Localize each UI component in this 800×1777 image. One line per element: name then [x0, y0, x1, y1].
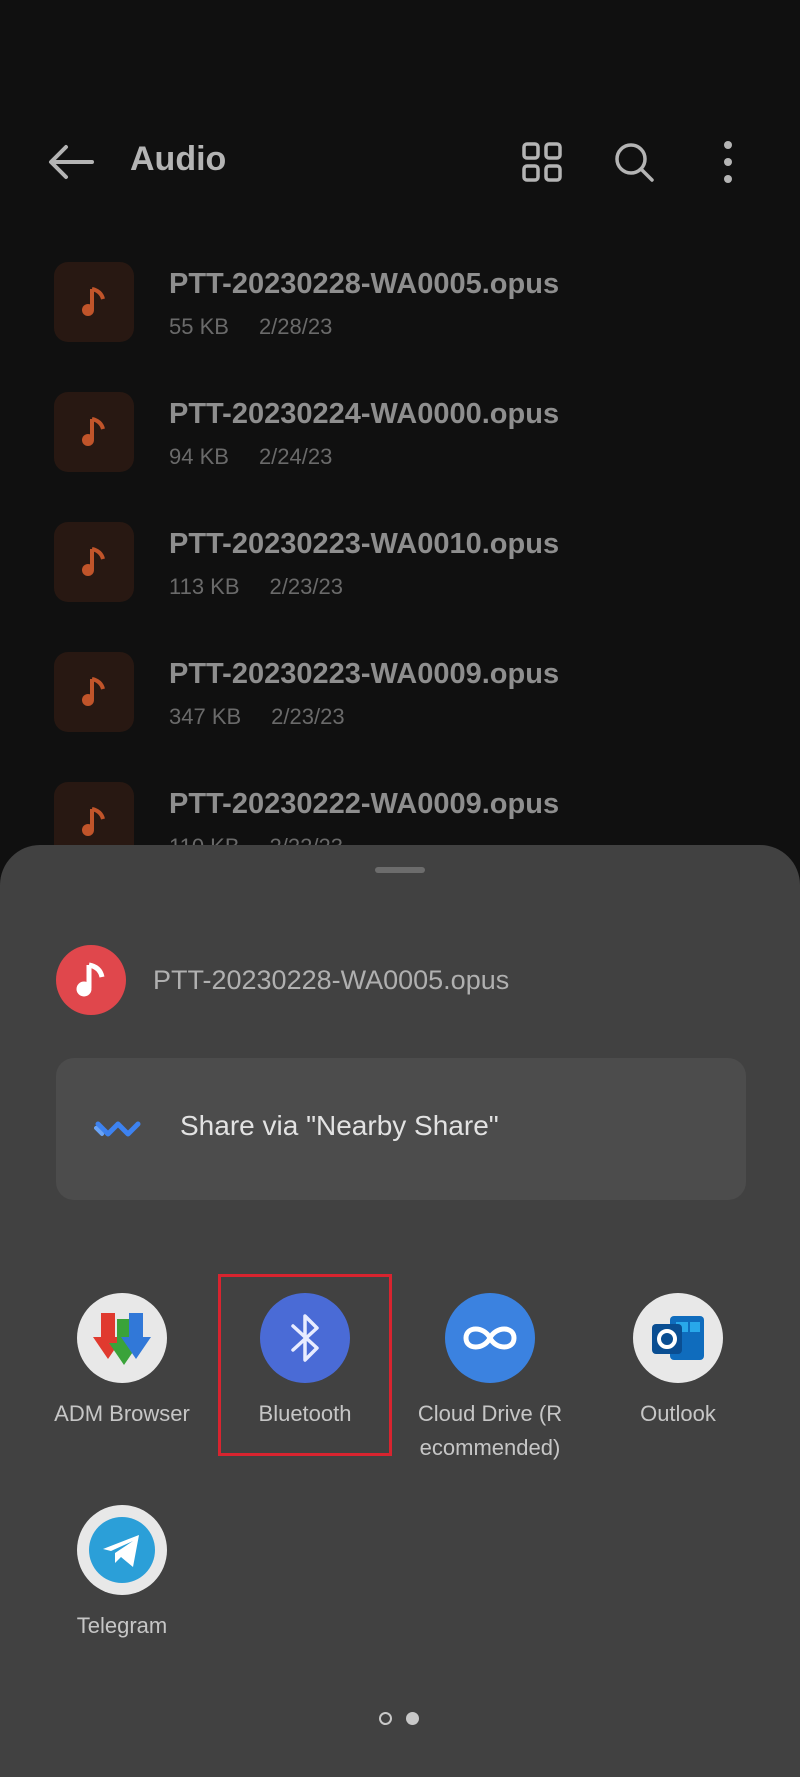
drag-handle[interactable]: [375, 867, 425, 873]
nearby-share-button[interactable]: Share via "Nearby Share": [56, 1058, 746, 1200]
file-row[interactable]: PTT-20230223-WA0009.opus 347 KB 2/23/23: [0, 652, 800, 782]
file-size: 113 KB: [169, 574, 240, 599]
file-name: PTT-20230223-WA0009.opus: [169, 658, 560, 690]
file-date: 2/23/23: [271, 704, 345, 729]
shared-file-info: PTT-20230228-WA0005.opus: [56, 945, 756, 1015]
nearby-share-icon: [94, 1121, 141, 1137]
music-note-icon: [54, 392, 134, 472]
grid-view-icon[interactable]: [520, 140, 564, 184]
file-meta: 113 KB 2/23/23: [169, 574, 343, 600]
nearby-share-label: Share via "Nearby Share": [180, 1110, 499, 1141]
more-options-icon[interactable]: [708, 140, 748, 184]
music-note-icon: [54, 522, 134, 602]
file-size: 94 KB: [169, 444, 229, 469]
file-row[interactable]: PTT-20230228-WA0005.opus 55 KB 2/28/23: [0, 262, 800, 392]
page-dot-1[interactable]: [379, 1712, 392, 1725]
page-dot-2[interactable]: [406, 1712, 419, 1725]
file-date: 2/23/23: [269, 574, 343, 599]
music-note-icon: [54, 262, 134, 342]
music-note-icon: [56, 945, 126, 1015]
file-name: PTT-20230222-WA0009.opus: [169, 788, 560, 820]
file-meta: 55 KB 2/28/23: [169, 314, 332, 340]
telegram-icon: [77, 1505, 167, 1595]
music-note-icon: [54, 652, 134, 732]
file-size: 55 KB: [169, 314, 229, 339]
file-size: 347 KB: [169, 704, 242, 729]
cloud-drive-icon: [445, 1293, 535, 1383]
page-title: Audio: [130, 140, 227, 178]
file-name: PTT-20230228-WA0005.opus: [169, 268, 560, 300]
search-icon[interactable]: [612, 140, 656, 184]
file-name: PTT-20230224-WA0000.opus: [169, 398, 560, 430]
app-label: Cloud Drive (R ecommended): [417, 1401, 563, 1460]
share-sheet: PTT-20230228-WA0005.opus Share via "Near…: [0, 845, 800, 1777]
file-date: 2/24/23: [258, 444, 333, 469]
app-label: ADM Browser: [54, 1401, 190, 1426]
app-telegram[interactable]: Telegram: [32, 1505, 212, 1643]
app-bar: Audio: [0, 110, 800, 210]
file-name: PTT-20230223-WA0010.opus: [169, 528, 560, 560]
adm-browser-icon: [77, 1293, 167, 1383]
back-arrow-icon[interactable]: [46, 142, 96, 182]
file-row[interactable]: PTT-20230223-WA0010.opus 113 KB 2/23/23: [0, 522, 800, 652]
app-outlook[interactable]: Outlook: [588, 1293, 768, 1431]
shared-file-name: PTT-20230228-WA0005.opus: [153, 965, 510, 995]
app-adm-browser[interactable]: ADM Browser: [32, 1293, 212, 1431]
file-meta: 94 KB 2/24/23: [169, 444, 332, 470]
file-date: 2/28/23: [258, 314, 333, 339]
file-row[interactable]: PTT-20230224-WA0000.opus 94 KB 2/24/23: [0, 392, 800, 522]
app-label: Telegram: [76, 1613, 168, 1638]
file-meta: 347 KB 2/23/23: [169, 704, 345, 730]
app-cloud-drive[interactable]: Cloud Drive (R ecommended): [400, 1293, 580, 1465]
file-list: PTT-20230228-WA0005.opus 55 KB 2/28/23 PT…: [0, 262, 800, 912]
highlight-box: [218, 1274, 392, 1456]
outlook-icon: [633, 1293, 723, 1383]
app-label: Outlook: [640, 1401, 716, 1426]
